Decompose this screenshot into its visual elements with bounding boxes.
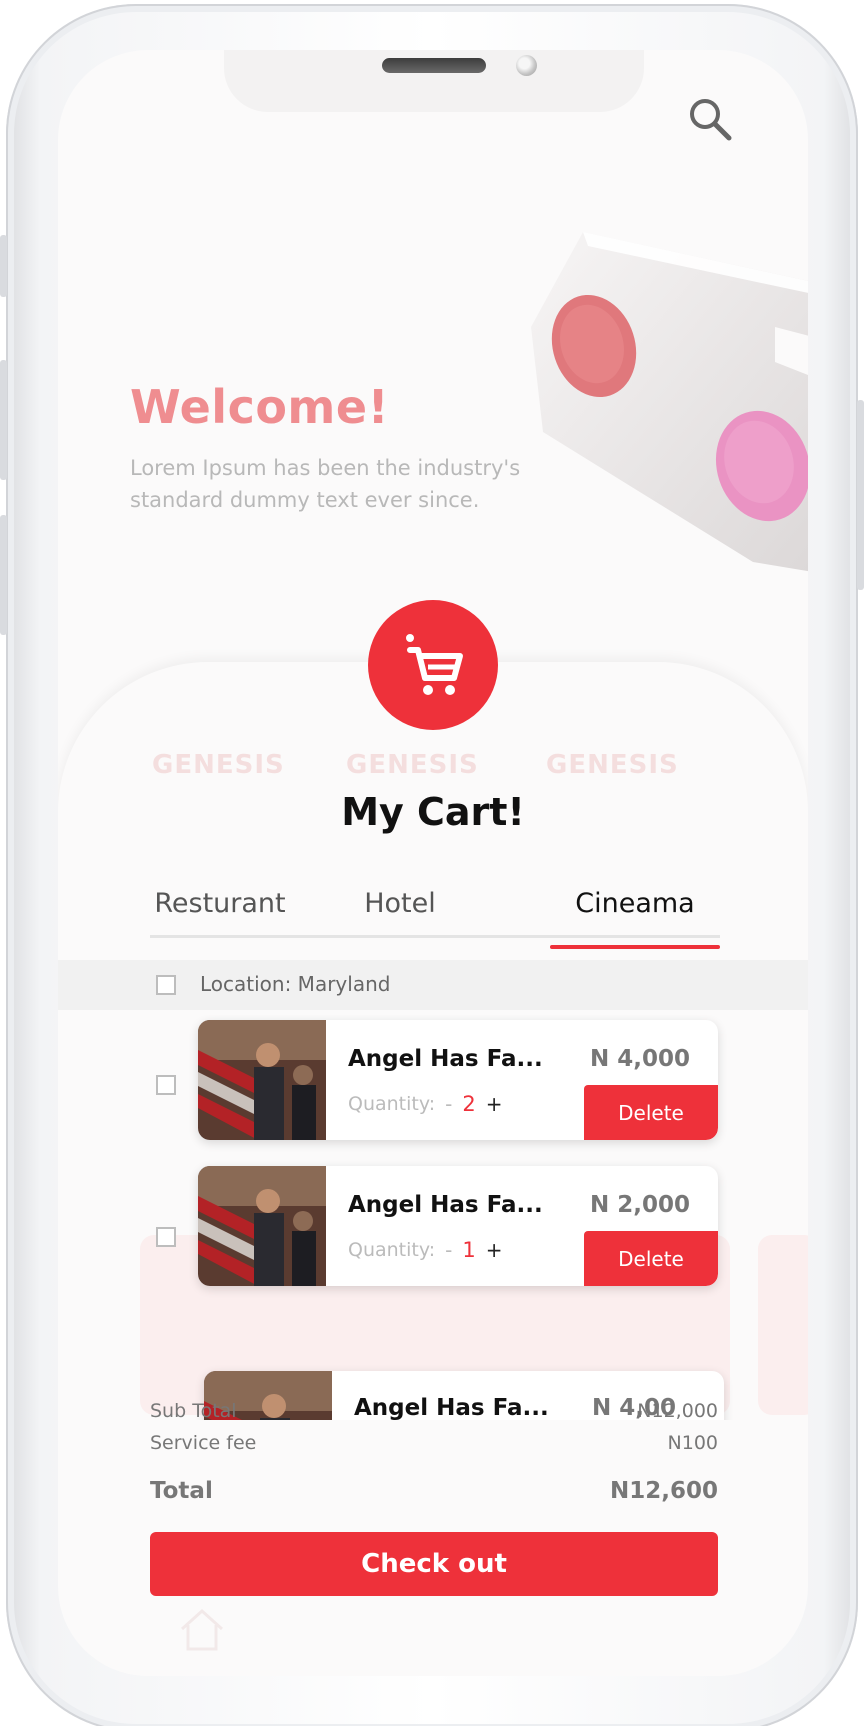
location-checkbox[interactable] <box>156 975 176 995</box>
increase-quantity-button[interactable]: + <box>486 1238 503 1262</box>
category-tabs: Resturant Hotel Cineama <box>150 888 720 938</box>
item-name: Angel Has Fa... <box>348 1046 543 1072</box>
movie-poster-image <box>198 1166 326 1286</box>
cart-item-list[interactable]: Angel Has Fa... N 4,000 Quantity: - 2 + … <box>58 1015 808 1420</box>
search-icon <box>690 99 732 141</box>
speaker-grille <box>382 58 486 73</box>
total-value: N12,600 <box>609 1478 718 1504</box>
subtotal-row: Sub Total N12,000 <box>150 1400 718 1422</box>
tab-cinema[interactable]: Cineama <box>550 888 720 919</box>
cart-title: My Cart! <box>341 790 525 834</box>
delete-button[interactable]: Delete <box>584 1231 718 1286</box>
front-camera <box>516 55 537 76</box>
notch <box>224 50 644 112</box>
welcome-title: Welcome! <box>130 380 390 434</box>
cart-item: Angel Has Fa... N 4,000 Quantity: - 2 + … <box>198 1020 718 1140</box>
quantity-value: 2 <box>462 1092 476 1116</box>
cart-item: Angel Has Fa... N 2,000 Quantity: - 1 + … <box>198 1166 718 1286</box>
total-row: Total N12,600 <box>150 1478 718 1504</box>
background-logo: GENESIS <box>546 750 679 780</box>
active-tab-indicator <box>550 945 720 949</box>
item-checkbox[interactable] <box>156 1227 176 1247</box>
search-button[interactable] <box>686 95 734 143</box>
increase-quantity-button[interactable]: + <box>486 1092 503 1116</box>
subtotal-value: N12,000 <box>637 1400 718 1422</box>
service-fee-row: Service fee N100 <box>150 1432 718 1454</box>
total-label: Total <box>150 1478 213 1504</box>
location-label: Location: Maryland <box>200 972 391 996</box>
service-fee-label: Service fee <box>150 1432 257 1454</box>
service-fee-value: N100 <box>667 1432 718 1454</box>
item-price: N 4,000 <box>589 1046 690 1072</box>
cart-button[interactable] <box>368 600 498 730</box>
quantity-label: Quantity: <box>348 1239 436 1261</box>
movie-poster-image <box>198 1020 326 1140</box>
item-name: Angel Has Fa... <box>348 1192 543 1218</box>
location-bar: Location: Maryland <box>58 960 808 1010</box>
background-logo: GENESIS <box>152 750 285 780</box>
background-logo: GENESIS <box>346 750 479 780</box>
quantity-value: 1 <box>462 1238 476 1262</box>
volume-up-button <box>0 360 7 480</box>
checkout-button[interactable]: Check out <box>150 1532 718 1596</box>
background-panel <box>758 1235 808 1415</box>
item-checkbox[interactable] <box>156 1075 176 1095</box>
quantity-label: Quantity: <box>348 1093 436 1115</box>
shopping-cart-icon <box>406 634 463 695</box>
home-icon <box>180 1608 224 1651</box>
power-button <box>857 400 864 590</box>
3d-glasses-image <box>531 232 808 572</box>
subtotal-label: Sub Total <box>150 1400 237 1422</box>
welcome-subtitle: Lorem Ipsum has been the industry's stan… <box>130 456 521 512</box>
app-screen: Welcome! Lorem Ipsum has been the indust… <box>58 50 808 1676</box>
silent-switch <box>0 235 7 297</box>
item-price: N 2,000 <box>589 1192 690 1218</box>
quantity-stepper: Quantity: - 2 + <box>348 1092 502 1116</box>
tab-restaurant[interactable]: Resturant <box>135 888 305 919</box>
delete-button[interactable]: Delete <box>584 1085 718 1140</box>
quantity-stepper: Quantity: - 1 + <box>348 1238 502 1262</box>
decrease-quantity-button[interactable]: - <box>445 1238 452 1262</box>
tab-hotel[interactable]: Hotel <box>315 888 485 919</box>
decrease-quantity-button[interactable]: - <box>445 1092 452 1116</box>
volume-down-button <box>0 515 7 635</box>
